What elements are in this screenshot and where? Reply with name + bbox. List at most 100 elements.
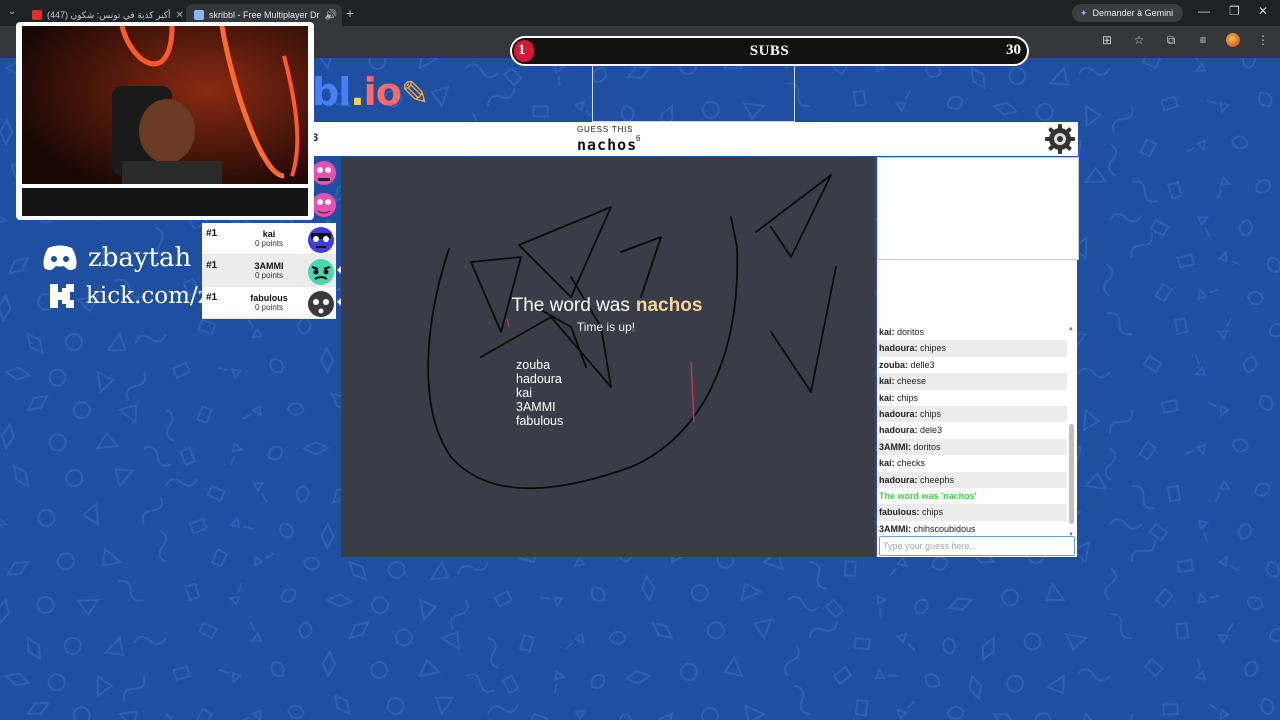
toolbar-icons: ⊞ ☆ ⧉ ≡ ⋮ [1098, 33, 1272, 48]
result-player-name: kai [516, 386, 532, 400]
chat-message: kai: chips [877, 390, 1067, 406]
gemini-button-label: Demander à Gemini [1092, 8, 1174, 18]
chat-guess-input[interactable] [879, 536, 1075, 556]
player-avatar [308, 227, 334, 253]
kick-handle: kick.com/zbaytah [48, 282, 202, 310]
player-rank: #1 [206, 292, 218, 303]
skribbl-logo: bl.io✎ [312, 70, 429, 114]
chat-text: doritos [894, 327, 925, 337]
chat-text: cheephs [917, 474, 955, 485]
tab-title: skribbl - Free Multiplayer Dr [209, 10, 320, 20]
player-avatar [312, 193, 336, 217]
guess-this-label: GUESS THIS [577, 125, 634, 134]
chat-messages: kai: doritos hadoura: chipes zouba: delle3… [877, 324, 1067, 537]
chat-text: chips [894, 392, 919, 403]
subs-label: SUBS [749, 42, 790, 59]
chat-text: delle3 [908, 359, 935, 370]
current-word: nachos [577, 136, 638, 154]
player-points: 0 points [254, 239, 284, 248]
chat-message: hadoura: cheephs [877, 471, 1067, 488]
chat-username: kai: [879, 392, 895, 403]
webcam-video [22, 26, 308, 184]
player-rank: #1 [206, 260, 218, 271]
kick-icon [50, 284, 74, 308]
tab-title: (447) أكبر كذبة في تونس: شكون [47, 9, 171, 20]
webcam-overlay [16, 22, 314, 220]
player-row[interactable]: #1 3AMMI 0 points [202, 255, 336, 287]
side-panel-top [877, 157, 1079, 260]
drawing-canvas[interactable]: The word was nachos Time is up! zouba hado… [341, 157, 875, 557]
subs-goal-bar: 1 SUBS 30 [510, 36, 1029, 66]
chat-text: checks [894, 458, 926, 469]
chat-text: doritos [911, 441, 941, 452]
chat-text: chips [919, 507, 944, 518]
chat-username: kai: [879, 327, 895, 337]
gemini-icon: ✦ [1080, 7, 1088, 18]
chat-message: 3AMMI: chihscoubidous [877, 521, 1067, 537]
scroll-thumb[interactable] [1069, 424, 1074, 524]
time-up-label: Time is up! [576, 320, 636, 334]
drawing-strokes [427, 174, 837, 490]
player-points: 0 points [254, 303, 284, 312]
chat-message: kai: doritos [877, 324, 1067, 340]
result-player-name: fabulous [516, 414, 564, 428]
profile-avatar-icon[interactable] [1226, 33, 1240, 47]
chat-message: kai: checks [877, 455, 1067, 471]
chat-message: zouba: delle3 [877, 357, 1067, 373]
youtube-icon [32, 10, 42, 20]
player-row[interactable]: #1 kai 0 points [202, 223, 336, 255]
chat-panel: kai: doritos hadoura: chipes zouba: delle3… [877, 260, 1077, 557]
scroll-up-icon[interactable]: ▲ [1068, 326, 1074, 332]
chat-message: fabulous: chips [877, 504, 1067, 521]
word-reveal-title: The word was nachos [511, 295, 703, 316]
gemini-button[interactable]: ✦ Demander à Gemini [1072, 4, 1184, 22]
tab-close-icon[interactable]: ✕ [176, 10, 182, 21]
chat-message: kai: cheese [877, 373, 1067, 390]
discord-name: zbaytah [88, 243, 192, 273]
maximize-icon[interactable]: ❐ [1229, 4, 1240, 18]
settings-gear-icon[interactable] [1044, 123, 1076, 155]
game-header: 3 GUESS THIS nachos 6 [312, 122, 1078, 156]
chat-text: chihscoubidous [911, 523, 976, 534]
result-player-name: hadoura [516, 372, 562, 386]
skribbl-icon [194, 10, 204, 20]
tab-search-icon[interactable]: ⌄ [8, 6, 16, 17]
chat-username: kai: [879, 376, 895, 387]
menu-kebab-icon[interactable]: ⋮ [1254, 33, 1272, 48]
subs-goal: 30 [1006, 42, 1021, 58]
close-window-icon[interactable]: ✕ [1258, 4, 1268, 18]
extensions-icon[interactable]: ⧉ [1162, 33, 1180, 48]
audio-icon[interactable]: 🔊 [325, 10, 337, 21]
chat-text: dele3 [917, 425, 943, 436]
discord-icon [43, 245, 77, 270]
bookmark-star-icon[interactable]: ☆ [1130, 33, 1148, 48]
minimize-icon[interactable]: — [1198, 4, 1210, 18]
player-avatar [308, 259, 334, 285]
webcam-caption-strip [22, 188, 308, 216]
chat-username: hadoura: [879, 343, 918, 354]
kick-handle-clip: kick.com/zbaytah [0, 270, 202, 320]
player-avatar [308, 291, 334, 317]
chat-username: fabulous: [879, 507, 920, 518]
translate-icon[interactable]: ⊞ [1098, 33, 1116, 48]
chat-message: hadoura: dele3 [877, 422, 1067, 438]
chat-message: 3AMMI: doritos [877, 438, 1067, 456]
kick-url: kick.com/zbaytah [86, 283, 202, 309]
result-player-name: zouba [516, 358, 551, 372]
chat-username: 3AMMI: [879, 441, 911, 452]
chat-scrollbar[interactable]: ▲ ▼ [1068, 326, 1075, 538]
overlay-frame [592, 58, 795, 122]
player-points: 0 points [254, 271, 284, 280]
chat-username: 3AMMI: [879, 523, 911, 534]
result-player-name: 3AMMI [516, 400, 556, 414]
media-control-icon[interactable]: ≡ [1194, 33, 1212, 48]
chat-username: kai: [879, 458, 895, 469]
chat-message: The word was 'nachos' [879, 490, 977, 501]
chat-username: hadoura: [879, 408, 918, 419]
player-row[interactable]: #1 fabulous 0 points [202, 287, 336, 319]
new-tab-button[interactable]: + [346, 5, 354, 21]
chat-message: hadoura: chips [877, 405, 1067, 423]
player-name: fabulous [250, 293, 288, 303]
player-rank: #1 [206, 228, 218, 239]
player-name: kai [262, 229, 276, 239]
